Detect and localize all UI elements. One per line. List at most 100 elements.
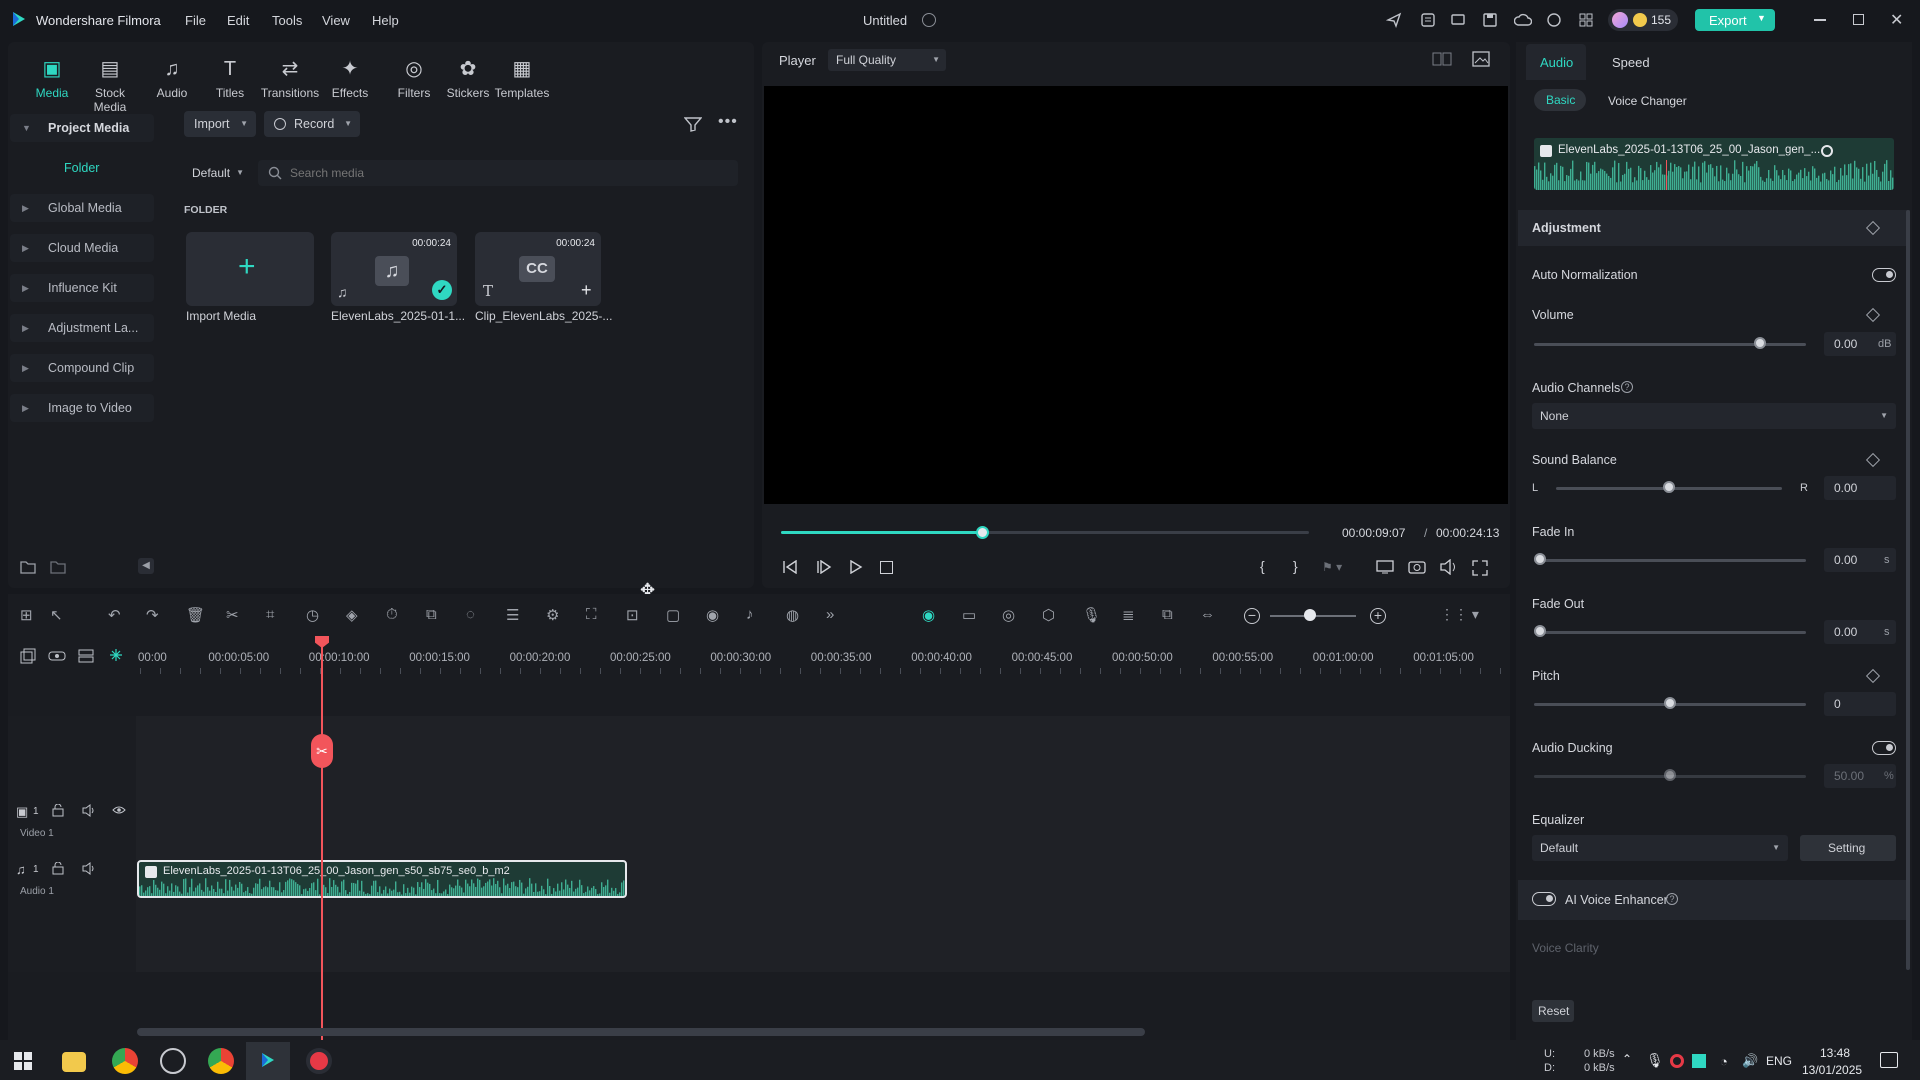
multicam-icon[interactable]: ▭ (962, 606, 982, 626)
shield-icon[interactable]: ⬡ (1042, 606, 1062, 626)
wifi-icon[interactable]: ◔ (1720, 1054, 1728, 1069)
chrome-profile-icon[interactable] (208, 1048, 234, 1074)
microphone-icon[interactable]: 🎙 (1646, 1052, 1664, 1069)
ai-audio-icon[interactable]: ◍ (786, 606, 806, 626)
marker-icon[interactable]: ⚑ ▾ (1322, 560, 1342, 574)
filter-icon[interactable] (684, 116, 702, 132)
display-icon[interactable] (1376, 560, 1394, 574)
restore-icon[interactable] (1853, 14, 1864, 25)
import-button[interactable]: Import ▼ (184, 111, 256, 137)
tab-transitions[interactable]: ⇄ Transitions (258, 56, 322, 100)
sidebar-item-compound-clip[interactable]: ▶ Compound Clip (10, 354, 154, 382)
sidebar-item-project-media[interactable]: ▼ Project Media (10, 114, 154, 142)
split-scissors-icon[interactable]: ✂ (311, 734, 333, 768)
video-preview[interactable] (764, 86, 1508, 504)
chevron-up-icon[interactable]: ⌃ (1622, 1052, 1632, 1066)
menu-view[interactable]: View (322, 13, 350, 28)
lock-icon[interactable] (52, 862, 64, 875)
tab-effects[interactable]: ✦ Effects (318, 56, 382, 100)
minimize-icon[interactable] (1814, 19, 1826, 21)
tab-audio[interactable]: Audio (1526, 44, 1586, 80)
sidebar-item-image-to-video[interactable]: ▶ Image to Video (10, 394, 154, 422)
select-tool-icon[interactable]: ↖ (50, 606, 70, 626)
render-icon[interactable]: ◎ (1002, 606, 1022, 626)
beat-icon[interactable]: ♪ (746, 606, 766, 626)
monitor-icon[interactable] (1450, 12, 1466, 28)
mute-icon[interactable] (82, 804, 96, 817)
pip-icon[interactable]: ⧉ (1162, 606, 1182, 626)
record-button[interactable]: Record ▼ (264, 111, 360, 137)
new-folder-icon[interactable] (20, 560, 36, 574)
crop-icon[interactable]: ⌗ (266, 606, 286, 626)
motion-tracking-icon[interactable]: ⛶ (586, 606, 606, 626)
clock-date[interactable]: 13/01/2025 (1802, 1063, 1862, 1077)
ai-copilot-icon[interactable]: ◉ (922, 606, 942, 626)
track-manager-icon[interactable] (78, 648, 94, 664)
playback-scrubber[interactable] (975, 526, 989, 539)
tab-speed[interactable]: Speed (1612, 55, 1650, 70)
snap-icon[interactable] (108, 647, 124, 663)
panel-scrollbar[interactable] (1906, 210, 1910, 970)
equalizer-dropdown[interactable]: Default ▼ (1532, 835, 1788, 861)
mask-icon[interactable]: ◈ (346, 606, 366, 626)
tab-templates[interactable]: ▦ Templates (490, 56, 554, 100)
quality-dropdown[interactable]: Full Quality ▼ (828, 49, 946, 71)
zoom-knob[interactable] (1304, 609, 1316, 621)
sidebar-item-adjustment-la[interactable]: ▶ Adjustment La... (10, 314, 154, 342)
zoom-out-icon[interactable]: − (1244, 608, 1260, 624)
help-icon[interactable]: ? (1621, 381, 1633, 393)
fade-in-knob[interactable] (1534, 553, 1546, 565)
preview-knob[interactable] (1821, 145, 1833, 157)
folder-icon[interactable] (50, 560, 66, 574)
tray-app-icon[interactable] (1692, 1054, 1706, 1068)
auto-normalization-toggle[interactable] (1872, 268, 1896, 282)
speed-icon[interactable]: ◷ (306, 606, 326, 626)
export-button[interactable]: Export ▼ (1695, 9, 1775, 31)
language-indicator[interactable]: ENG (1766, 1054, 1792, 1068)
pitch-value[interactable]: 0 (1824, 692, 1896, 716)
fade-out-knob[interactable] (1534, 625, 1546, 637)
ai-voice-enhancer-toggle[interactable] (1532, 892, 1556, 906)
record-tray-icon[interactable] (1670, 1054, 1684, 1068)
adjust-icon[interactable]: ☰ (506, 606, 526, 626)
more-options-icon[interactable]: ••• (718, 113, 738, 131)
tab-titles[interactable]: T Titles (198, 56, 262, 100)
menu-tools[interactable]: Tools (272, 13, 302, 28)
voiceover-icon[interactable]: 🎙 (1082, 606, 1102, 626)
filmora-taskbar-button[interactable] (246, 1042, 290, 1080)
app-clock-icon[interactable] (160, 1048, 186, 1074)
audio-channels-dropdown[interactable]: None ▼ (1532, 403, 1896, 429)
color-icon[interactable]: ◌ (466, 606, 486, 626)
save-icon[interactable] (1482, 12, 1498, 28)
apps-grid-icon[interactable] (1578, 12, 1594, 28)
eye-icon[interactable] (112, 805, 126, 815)
pitch-knob[interactable] (1664, 697, 1676, 709)
search-input[interactable] (290, 164, 690, 182)
media-item-audio[interactable]: ♫ 00:00:24 ♫ ✓ (331, 232, 457, 306)
support-icon[interactable] (1546, 12, 1562, 28)
volume-icon[interactable] (1440, 559, 1458, 575)
media-item-caption[interactable]: CC 00:00:24 T + (475, 232, 601, 306)
playhead-line[interactable] (321, 640, 323, 1040)
tab-audio[interactable]: ♫ Audio (140, 56, 204, 100)
windows-start-icon[interactable] (14, 1052, 32, 1070)
menu-file[interactable]: File (185, 13, 206, 28)
notifications-icon[interactable] (1880, 1052, 1898, 1068)
undo-icon[interactable]: ↶ (108, 606, 128, 626)
lock-icon[interactable] (52, 804, 64, 817)
layout-icon[interactable]: ⊞ (20, 606, 40, 626)
sound-balance-knob[interactable] (1663, 481, 1675, 493)
credits-badge[interactable]: 155 (1608, 9, 1678, 31)
play-reverse-icon[interactable] (816, 560, 832, 574)
volume-knob[interactable] (1753, 337, 1766, 349)
help-icon[interactable]: ? (1666, 893, 1678, 905)
fade-out-slider[interactable] (1534, 631, 1806, 634)
notes-icon[interactable] (1420, 12, 1436, 28)
more-tools-icon[interactable]: » (826, 606, 846, 626)
sidebar-item-folder[interactable]: Folder (10, 154, 154, 182)
tab-stock-media[interactable]: ▤ Stock Media (78, 56, 142, 114)
timeline-scrollbar[interactable] (137, 1028, 1145, 1036)
tab-basic[interactable]: Basic (1534, 89, 1586, 111)
audio-ducking-toggle[interactable] (1872, 741, 1896, 755)
audio-clip[interactable]: ElevenLabs_2025-01-13T06_25_00_Jason_gen… (137, 860, 627, 898)
